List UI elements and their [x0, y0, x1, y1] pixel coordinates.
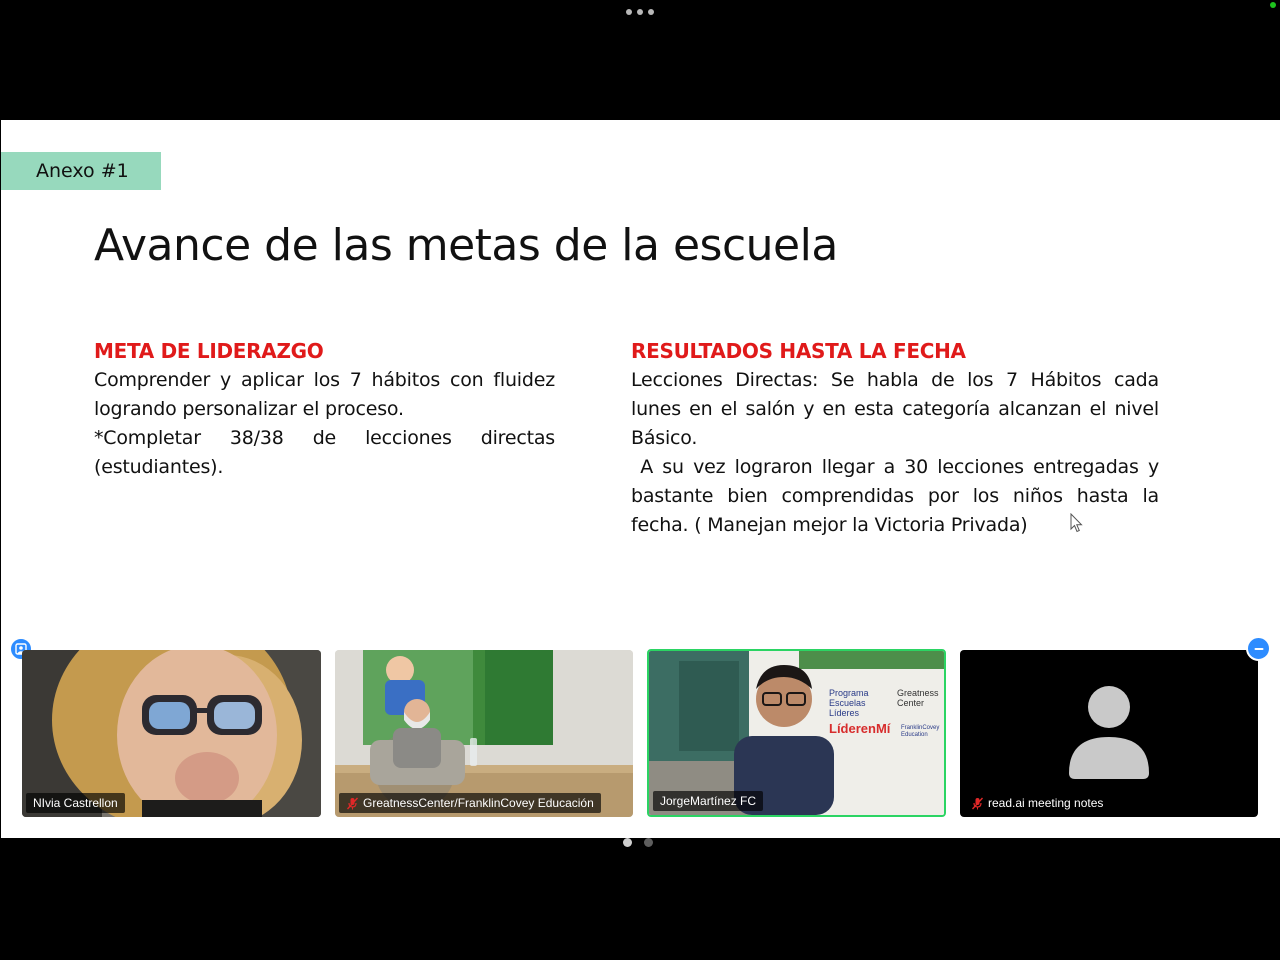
lider-logo-text: LíderenMí [829, 721, 891, 736]
slide-title: Avance de las metas de la escuela [94, 220, 838, 271]
leadership-goal-text: Comprender y aplicar los 7 hábitos con f… [94, 369, 555, 420]
participant-video [22, 650, 321, 817]
program-logo-text: Programa [829, 688, 869, 698]
more-dot-icon [626, 9, 632, 15]
franklin-logo-text: Education [901, 732, 928, 738]
leadership-goal-heading: META DE LIDERAZGO [94, 339, 324, 363]
leadership-goal-text: *Completar 38/38 de lecciones directas (… [94, 427, 555, 478]
program-logo-text: Escuelas [829, 698, 866, 708]
more-dot-icon [648, 9, 654, 15]
participant-name-label: NIvia Castrellon [26, 793, 125, 813]
mouse-cursor-icon [1070, 513, 1083, 533]
more-dot-icon [637, 9, 643, 15]
results-text: Lecciones Directas: Se habla de los 7 Há… [631, 369, 1159, 449]
annex-tag: Anexo #1 [1, 152, 161, 190]
participant-name-label: read.ai meeting notes [964, 793, 1111, 813]
camera-indicator-icon [1270, 2, 1276, 8]
participant-tile[interactable]: GreatnessCenter/FranklinCovey Educación [335, 650, 633, 817]
participant-name-label: GreatnessCenter/FranklinCovey Educación [339, 793, 601, 813]
program-logo-text: Líderes [829, 708, 860, 718]
participant-tile[interactable]: read.ai meeting notes [960, 650, 1258, 817]
mic-muted-icon [346, 797, 359, 809]
participant-tile-active-speaker[interactable]: Programa Escuelas Líderes Greatness Cent… [647, 649, 946, 817]
leadership-goal-column: META DE LIDERAZGO Comprender y aplicar l… [94, 336, 555, 482]
participant-video [335, 650, 633, 817]
mic-muted-icon [971, 797, 984, 809]
greatness-logo-text: Greatness [897, 688, 939, 698]
results-column: RESULTADOS HASTA LA FECHA Lecciones Dire… [631, 336, 1159, 540]
franklin-logo-text: FranklinCovey [901, 725, 939, 731]
page-dot-1[interactable] [623, 838, 632, 847]
minimize-video-button[interactable] [1246, 636, 1271, 661]
more-options-button[interactable] [620, 4, 660, 20]
participant-name-label: JorgeMartínez FC [653, 791, 764, 811]
participant-tile[interactable]: NIvia Castrellon [22, 650, 321, 817]
user-avatar-icon [1069, 686, 1149, 779]
page-dot-2[interactable] [644, 838, 653, 847]
results-heading: RESULTADOS HASTA LA FECHA [631, 339, 966, 363]
minimize-icon [1254, 647, 1263, 650]
greatness-logo-text: Center [897, 698, 924, 708]
gallery-pagination [623, 838, 653, 847]
